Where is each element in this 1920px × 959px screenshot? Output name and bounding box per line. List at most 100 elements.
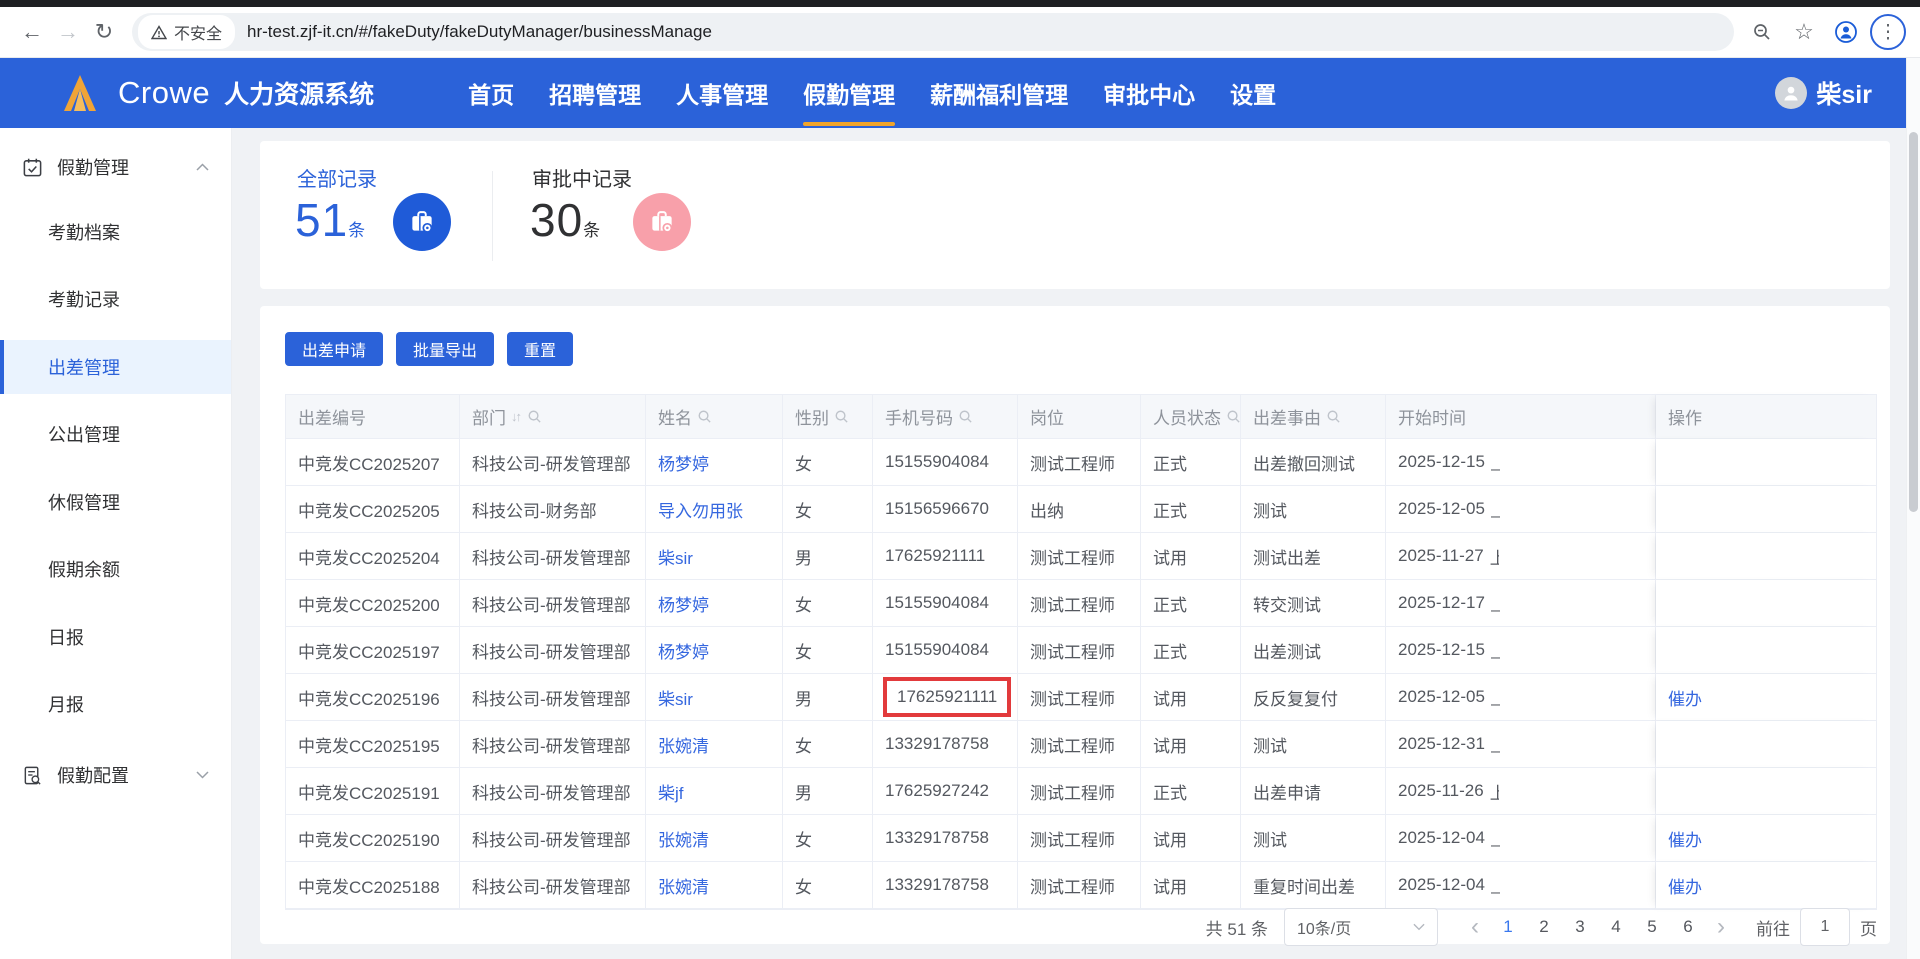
cell-gender: 男 bbox=[783, 533, 873, 580]
stat-total-value: 51条 bbox=[295, 193, 365, 247]
employee-name-link[interactable]: 杨梦婷 bbox=[658, 591, 709, 616]
search-icon[interactable] bbox=[1326, 409, 1341, 424]
user-menu[interactable]: 柴sir bbox=[1775, 75, 1872, 111]
employee-name-link[interactable]: 导入勿用张 bbox=[658, 497, 743, 522]
column-header-4[interactable]: 性别 bbox=[783, 395, 873, 439]
nav-tab-6[interactable]: 审批中心 bbox=[1101, 55, 1197, 131]
cell-department: 科技公司-研发管理部 bbox=[460, 674, 646, 721]
page-number-5[interactable]: 5 bbox=[1634, 917, 1670, 937]
cell-gender: 女 bbox=[783, 721, 873, 768]
column-header-1[interactable]: 出差编号 bbox=[286, 395, 460, 439]
zoom-icon[interactable] bbox=[1744, 14, 1780, 50]
cell-name: 张婉清 bbox=[646, 862, 783, 909]
sidebar-item-5[interactable]: 休假管理 bbox=[0, 475, 231, 529]
employee-name-link[interactable]: 杨梦婷 bbox=[658, 638, 709, 663]
cell-phone: 15156596670 bbox=[873, 486, 1018, 533]
column-header-5[interactable]: 手机号码 bbox=[873, 395, 1018, 439]
forward-icon[interactable]: → bbox=[50, 14, 86, 50]
browser-profile-icon[interactable] bbox=[1828, 14, 1864, 50]
column-header-7[interactable]: 人员状态 bbox=[1141, 395, 1241, 439]
column-header-8[interactable]: 出差事由 bbox=[1241, 395, 1386, 439]
cell-reason: 反反复复付 bbox=[1241, 674, 1386, 721]
goto-page-input[interactable] bbox=[1800, 908, 1850, 946]
urge-link[interactable]: 催办 bbox=[1668, 685, 1702, 710]
reset-button[interactable]: 重置 bbox=[507, 332, 573, 366]
urge-link[interactable]: 催办 bbox=[1668, 826, 1702, 851]
cell-trip-id: 中竞发CC2025197 bbox=[286, 627, 460, 674]
table-row: 中竞发CC2025195科技公司-研发管理部张婉清女13329178758测试工… bbox=[286, 721, 1876, 768]
back-icon[interactable]: ← bbox=[14, 14, 50, 50]
search-icon[interactable] bbox=[527, 409, 542, 424]
business-trip-apply-button[interactable]: 出差申请 bbox=[285, 332, 383, 366]
security-chip[interactable]: 不安全 bbox=[138, 15, 235, 49]
sidebar-item-8[interactable]: 月报 bbox=[0, 677, 231, 731]
pagination: 共 51 条 10条/页 ‹ 123456 › 前往 页 bbox=[1206, 908, 1877, 946]
employee-name-link[interactable]: 张婉清 bbox=[658, 826, 709, 851]
nav-tab-3[interactable]: 人事管理 bbox=[674, 55, 770, 131]
action-buttons: 出差申请 批量导出 重置 bbox=[285, 332, 573, 366]
nav-tab-2[interactable]: 招聘管理 bbox=[547, 55, 643, 131]
table-row: 中竞发CC2025207科技公司-研发管理部杨梦婷女15155904084测试工… bbox=[286, 439, 1876, 486]
sidebar-item-1[interactable]: 考勤档案 bbox=[0, 205, 231, 259]
nav-tab-5[interactable]: 薪酬福利管理 bbox=[928, 55, 1070, 131]
scrollbar-thumb[interactable] bbox=[1909, 132, 1918, 512]
cell-status: 试用 bbox=[1141, 674, 1241, 721]
page-number-3[interactable]: 3 bbox=[1562, 917, 1598, 937]
next-page-icon[interactable]: › bbox=[1706, 909, 1736, 945]
search-icon[interactable] bbox=[697, 409, 712, 424]
column-header-6[interactable]: 岗位 bbox=[1018, 395, 1141, 439]
search-icon[interactable] bbox=[834, 409, 849, 424]
column-header-10[interactable]: 操作 bbox=[1656, 395, 1876, 439]
prev-page-icon[interactable]: ‹ bbox=[1460, 909, 1490, 945]
page-number-6[interactable]: 6 bbox=[1670, 917, 1706, 937]
employee-name-link[interactable]: 张婉清 bbox=[658, 732, 709, 757]
cell-department: 科技公司-研发管理部 bbox=[460, 862, 646, 909]
search-icon[interactable] bbox=[958, 409, 973, 424]
column-header-2[interactable]: 部门↓↑ bbox=[460, 395, 646, 439]
nav-tab-1[interactable]: 首页 bbox=[466, 55, 516, 131]
urge-link[interactable]: 催办 bbox=[1668, 873, 1702, 898]
refresh-icon[interactable]: ↻ bbox=[86, 14, 122, 50]
cell-status: 试用 bbox=[1141, 533, 1241, 580]
page-number-4[interactable]: 4 bbox=[1598, 917, 1634, 937]
employee-name-link[interactable]: 杨梦婷 bbox=[658, 450, 709, 475]
clipped-time-text: _ bbox=[1491, 499, 1500, 519]
employee-name-link[interactable]: 张婉清 bbox=[658, 873, 709, 898]
nav-tab-7[interactable]: 设置 bbox=[1228, 55, 1278, 131]
bookmark-star-icon[interactable]: ☆ bbox=[1786, 14, 1822, 50]
cell-name: 杨梦婷 bbox=[646, 627, 783, 674]
cell-phone: 17625921111 bbox=[873, 533, 1018, 580]
cell-post: 测试工程师 bbox=[1018, 627, 1141, 674]
batch-export-button[interactable]: 批量导出 bbox=[396, 332, 494, 366]
browser-menu-icon[interactable]: ⋮ bbox=[1870, 14, 1906, 50]
search-icon bbox=[958, 409, 973, 424]
cell-trip-id: 中竞发CC2025191 bbox=[286, 768, 460, 815]
page-size-select[interactable]: 10条/页 bbox=[1284, 908, 1438, 946]
employee-name-link[interactable]: 柴sir bbox=[658, 685, 693, 710]
document-search-icon bbox=[22, 765, 43, 786]
employee-name-link[interactable]: 柴jf bbox=[658, 779, 684, 804]
sidebar-group-config[interactable]: 假勤配置 bbox=[0, 748, 231, 802]
sidebar-group-attendance[interactable]: 假勤管理 bbox=[0, 140, 231, 194]
cell-post: 测试工程师 bbox=[1018, 580, 1141, 627]
nav-tab-4[interactable]: 假勤管理 bbox=[801, 55, 897, 131]
sidebar-item-2[interactable]: 考勤记录 bbox=[0, 272, 231, 326]
cell-phone: 17625927242 bbox=[873, 768, 1018, 815]
sidebar-item-6[interactable]: 假期余额 bbox=[0, 542, 231, 596]
start-date: 2025-12-05 bbox=[1398, 499, 1485, 519]
cell-gender: 女 bbox=[783, 486, 873, 533]
sidebar-item-4[interactable]: 公出管理 bbox=[0, 407, 231, 461]
column-header-3[interactable]: 姓名 bbox=[646, 395, 783, 439]
search-icon[interactable] bbox=[1226, 409, 1241, 424]
employee-name-link[interactable]: 柴sir bbox=[658, 544, 693, 569]
chevron-down-icon bbox=[1413, 923, 1425, 931]
sort-icons[interactable]: ↓↑ bbox=[511, 409, 520, 424]
page-number-2[interactable]: 2 bbox=[1526, 917, 1562, 937]
page-number-1[interactable]: 1 bbox=[1490, 917, 1526, 937]
url-text: hr-test.zjf-it.cn/#/fakeDuty/fakeDutyMan… bbox=[247, 22, 712, 42]
sidebar-item-7[interactable]: 日报 bbox=[0, 610, 231, 664]
column-header-9[interactable]: 开始时间 bbox=[1386, 395, 1656, 439]
sidebar-item-3[interactable]: 出差管理 bbox=[0, 340, 231, 394]
address-bar[interactable]: 不安全 hr-test.zjf-it.cn/#/fakeDuty/fakeDut… bbox=[132, 13, 1734, 51]
cell-start-time: 2025-12-05 _ bbox=[1386, 486, 1656, 533]
